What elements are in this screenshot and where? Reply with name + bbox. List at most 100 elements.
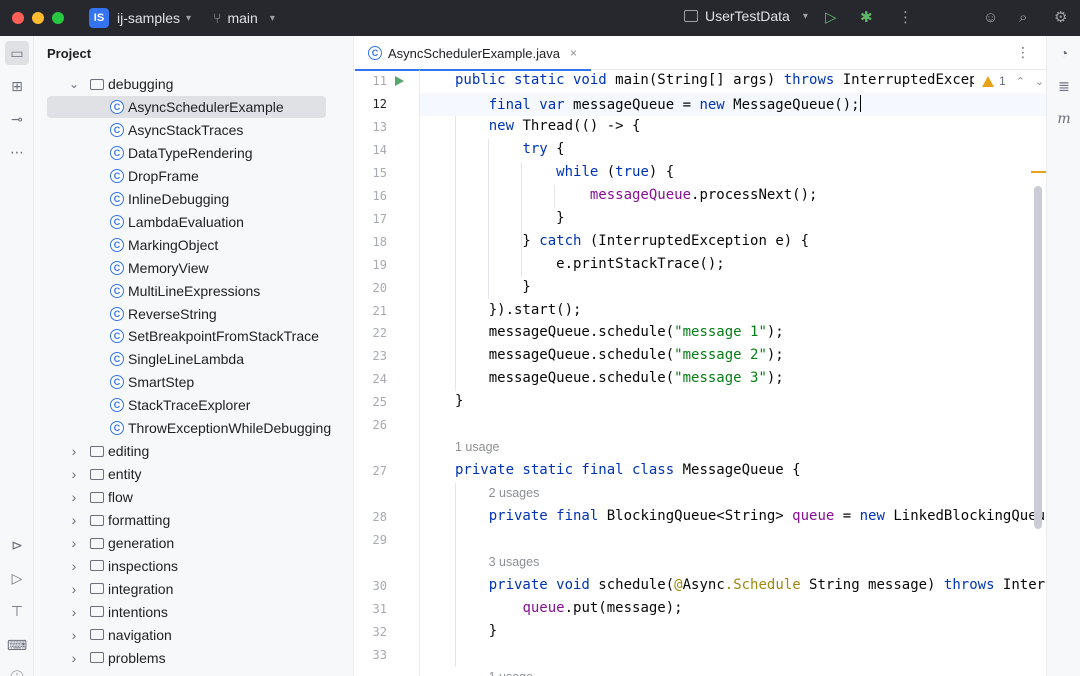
code-line[interactable]: queue.put(message); [455, 600, 682, 616]
code-line[interactable]: e.printStackTrace(); [455, 256, 725, 272]
tree-class-item[interactable]: C MemoryView [34, 257, 354, 279]
services-icon[interactable]: ⊳ [5, 533, 29, 557]
maven-icon[interactable]: m [1052, 107, 1076, 131]
tree-class-item[interactable]: C ThrowExceptionWhileDebugging [34, 417, 354, 439]
code-line[interactable]: messageQueue.schedule("message 1"); [455, 324, 784, 340]
close-window-button[interactable] [12, 12, 24, 24]
code-line[interactable]: messageQueue.processNext(); [455, 187, 818, 203]
chevron-right-icon[interactable]: › [68, 558, 80, 574]
line-number[interactable]: 16 [355, 189, 387, 203]
chevron-right-icon[interactable]: › [68, 466, 80, 482]
chevron-right-icon[interactable]: › [68, 581, 80, 597]
line-number[interactable]: 29 [355, 533, 387, 547]
tree-class-item[interactable]: C MarkingObject [34, 234, 354, 256]
chevron-right-icon[interactable]: › [68, 627, 80, 643]
project-name[interactable]: ij-samples [117, 10, 180, 26]
tree-class-item[interactable]: C SingleLineLambda [34, 348, 354, 370]
search-icon[interactable]: ⌕ [1019, 8, 1027, 28]
tree-folder-item[interactable]: › problems [34, 647, 354, 669]
tree-class-item[interactable]: C MultiLineExpressions [34, 280, 354, 302]
branch-widget[interactable]: ⑂ main ▾ [213, 10, 275, 26]
code-line[interactable]: } [455, 393, 463, 409]
chevron-right-icon[interactable]: › [68, 604, 80, 620]
tree-class-item[interactable]: C SetBreakpointFromStackTrace [34, 325, 354, 347]
chevron-down-icon[interactable]: ⌄ [1035, 75, 1044, 88]
line-number[interactable]: 33 [355, 648, 387, 662]
run-configuration-selector[interactable]: UserTestData ▾ [684, 8, 808, 24]
code-line[interactable]: new Thread(() -> { [455, 118, 641, 134]
line-number[interactable]: 15 [355, 166, 387, 180]
usages-inlay-hint[interactable]: 1 usage [489, 670, 533, 676]
usages-inlay-hint[interactable]: 1 usage [455, 440, 499, 454]
tree-class-item[interactable]: C DropFrame [34, 165, 354, 187]
settings-gear-icon[interactable]: ⚙ [1054, 8, 1067, 28]
tree-class-item[interactable]: C LambdaEvaluation [34, 211, 354, 233]
tree-folder-item[interactable]: › editing [34, 440, 354, 462]
tree-folder-item[interactable]: › integration [34, 578, 354, 600]
minimize-window-button[interactable] [32, 12, 44, 24]
line-number[interactable]: 21 [355, 304, 387, 318]
tree-folder-item[interactable]: › inspections [34, 555, 354, 577]
warning-stripe-marker[interactable] [1031, 171, 1046, 173]
problems-icon[interactable]: ⓘ [5, 666, 29, 676]
chevron-up-icon[interactable]: ⌃ [1016, 75, 1025, 88]
tree-class-item[interactable]: C InlineDebugging [34, 188, 354, 210]
tree-class-item[interactable]: C SmartStep [34, 371, 354, 393]
code-line[interactable]: } [455, 210, 564, 226]
line-number[interactable]: 25 [355, 395, 387, 409]
code-line[interactable]: private final BlockingQueue<String> queu… [455, 508, 1054, 524]
zoom-window-button[interactable] [52, 12, 64, 24]
database-icon[interactable]: ≣ [1052, 74, 1076, 98]
commit-icon[interactable]: ⊸ [5, 107, 29, 131]
inspection-widget[interactable]: 1 ⌃ ⌄ [974, 74, 1045, 88]
code-line[interactable]: } [455, 623, 497, 639]
more-actions-icon[interactable]: ⋮ [898, 8, 913, 28]
line-number[interactable]: 24 [355, 372, 387, 386]
code-line[interactable]: } [455, 279, 530, 295]
add-user-icon[interactable]: ☺ [983, 8, 998, 28]
editor-tab[interactable]: C AsyncSchedulerExample.java × [355, 36, 591, 71]
tree-folder-item[interactable]: › flow [34, 486, 354, 508]
editor-scrollbar[interactable] [1034, 186, 1042, 529]
line-number[interactable]: 20 [355, 281, 387, 295]
more-tools-icon[interactable]: ⋯ [5, 140, 29, 164]
line-number[interactable]: 18 [355, 235, 387, 249]
chevron-down-icon[interactable]: ⌄ [68, 77, 80, 91]
tree-class-item[interactable]: C StackTraceExplorer [34, 394, 354, 416]
chevron-down-icon[interactable]: ▾ [186, 13, 191, 24]
chevron-right-icon[interactable]: › [68, 443, 80, 459]
tree-class-item[interactable]: C AsyncStackTraces [34, 119, 354, 141]
chevron-right-icon[interactable]: › [68, 535, 80, 551]
run-icon[interactable]: ▷ [825, 8, 837, 28]
line-number[interactable]: 27 [355, 464, 387, 478]
line-number[interactable]: 11 [355, 74, 387, 88]
line-number[interactable]: 26 [355, 418, 387, 432]
line-number[interactable]: 30 [355, 579, 387, 593]
code-line[interactable]: try { [455, 141, 564, 157]
chevron-right-icon[interactable]: › [68, 489, 80, 505]
tree-folder-item[interactable]: › entity [34, 463, 354, 485]
line-number[interactable]: 32 [355, 625, 387, 639]
code-line[interactable]: } catch (InterruptedException e) { [455, 233, 809, 249]
tree-class-item[interactable]: C ReverseString [34, 303, 354, 325]
usages-inlay-hint[interactable]: 3 usages [489, 555, 540, 569]
terminal-icon[interactable]: ⌨ [5, 633, 29, 657]
tab-options-icon[interactable]: ⋮ [1016, 44, 1030, 61]
build-hammer-icon[interactable]: ⊤ [5, 599, 29, 623]
structure-icon[interactable]: ⊞ [5, 74, 29, 98]
tree-folder-item[interactable]: › intentions [34, 601, 354, 623]
line-number[interactable]: 23 [355, 349, 387, 363]
project-folder-icon[interactable]: ▭ [5, 41, 29, 65]
run-tool-icon[interactable]: ▷ [5, 566, 29, 590]
line-number[interactable]: 12 [355, 97, 387, 111]
line-number[interactable]: 17 [355, 212, 387, 226]
tree-folder-item[interactable]: › generation [34, 532, 354, 554]
notifications-bell-icon[interactable]: ◔ [1052, 41, 1076, 65]
line-number[interactable]: 31 [355, 602, 387, 616]
line-number[interactable]: 14 [355, 143, 387, 157]
chevron-right-icon[interactable]: › [68, 650, 80, 666]
code-line[interactable]: }).start(); [455, 302, 582, 318]
debug-icon[interactable]: ✱ [860, 8, 873, 28]
code-line[interactable]: messageQueue.schedule("message 3"); [455, 370, 784, 386]
code-line[interactable]: while (true) { [455, 164, 674, 180]
